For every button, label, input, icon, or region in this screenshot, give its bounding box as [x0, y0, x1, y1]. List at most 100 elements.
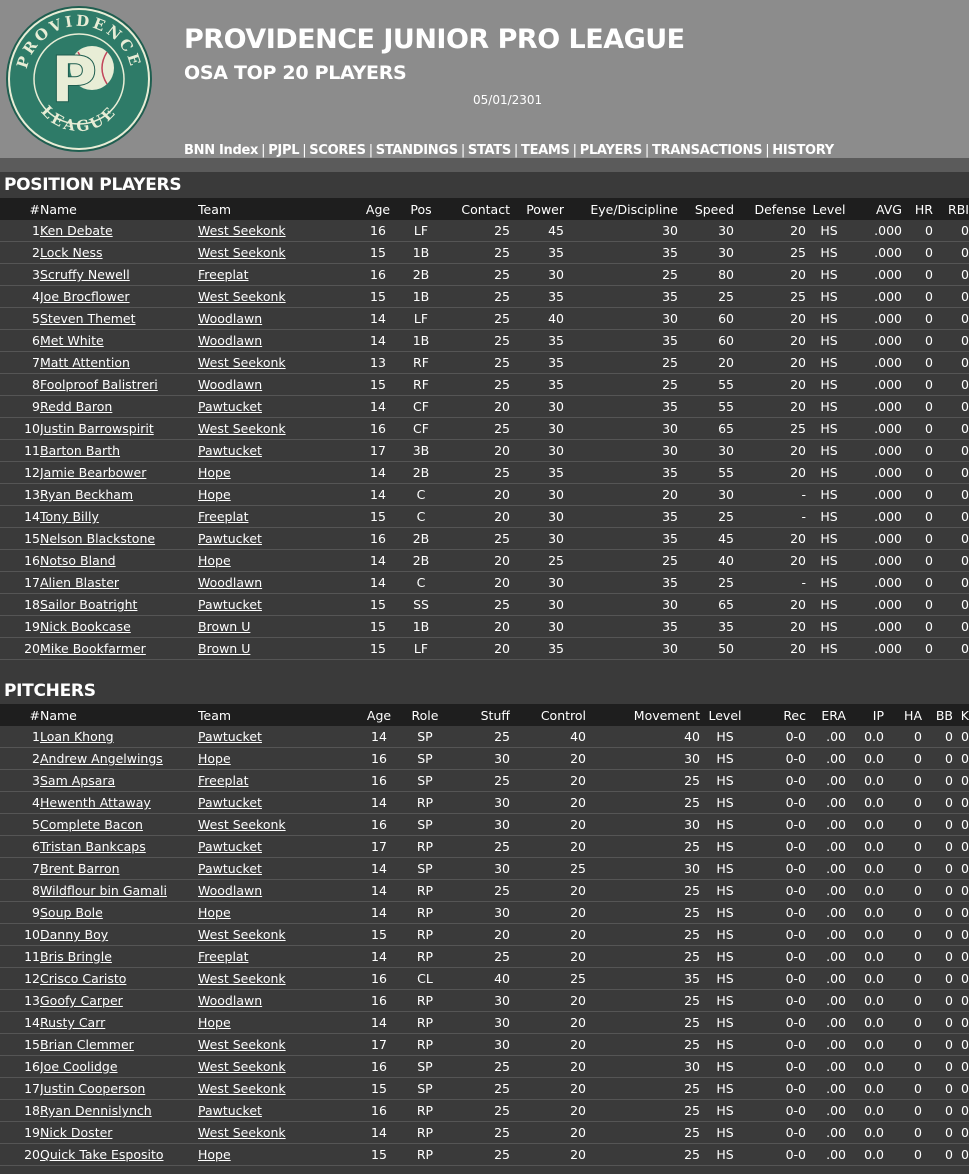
- team-link[interactable]: West Seekonk: [198, 355, 286, 370]
- player-link[interactable]: Jamie Bearbower: [40, 465, 146, 480]
- player-link[interactable]: Brian Clemmer: [40, 1037, 134, 1052]
- column-header-name[interactable]: Name: [40, 198, 198, 220]
- column-header-level[interactable]: Level: [806, 198, 852, 220]
- column-header-avg[interactable]: AVG: [852, 198, 902, 220]
- league-logo[interactable]: PROVIDENCE LEAGUE P: [4, 4, 154, 154]
- nav-link-standings[interactable]: STANDINGS: [376, 143, 458, 158]
- column-header-contact[interactable]: Contact: [444, 198, 510, 220]
- team-link[interactable]: Hope: [198, 1015, 231, 1030]
- team-link[interactable]: Pawtucket: [198, 861, 262, 876]
- column-header-team[interactable]: Team: [198, 198, 358, 220]
- player-link[interactable]: Brent Barron: [40, 861, 120, 876]
- column-header-rank[interactable]: #: [0, 198, 40, 220]
- team-link[interactable]: West Seekonk: [198, 1125, 286, 1140]
- player-link[interactable]: Ken Debate: [40, 223, 113, 238]
- team-link[interactable]: Hope: [198, 553, 231, 568]
- player-link[interactable]: Justin Cooperson: [40, 1081, 145, 1096]
- column-header-ha[interactable]: HA: [884, 704, 922, 726]
- player-link[interactable]: Nelson Blackstone: [40, 531, 155, 546]
- column-header-rank[interactable]: #: [0, 704, 40, 726]
- column-header-level[interactable]: Level: [700, 704, 750, 726]
- player-link[interactable]: Crisco Caristo: [40, 971, 126, 986]
- column-header-age[interactable]: Age: [358, 198, 398, 220]
- team-link[interactable]: West Seekonk: [198, 223, 286, 238]
- player-link[interactable]: Goofy Carper: [40, 993, 123, 1008]
- team-link[interactable]: Pawtucket: [198, 443, 262, 458]
- team-link[interactable]: Woodlawn: [198, 575, 262, 590]
- team-link[interactable]: Woodlawn: [198, 333, 262, 348]
- column-header-name[interactable]: Name: [40, 704, 198, 726]
- team-link[interactable]: Hope: [198, 905, 231, 920]
- column-header-eye-discipline[interactable]: Eye/Discipline: [564, 198, 678, 220]
- player-link[interactable]: Matt Attention: [40, 355, 130, 370]
- team-link[interactable]: West Seekonk: [198, 971, 286, 986]
- team-link[interactable]: Hope: [198, 465, 231, 480]
- column-header-rbi[interactable]: RBI: [933, 198, 969, 220]
- team-link[interactable]: Freeplat: [198, 773, 249, 788]
- column-header-stuff[interactable]: Stuff: [450, 704, 510, 726]
- team-link[interactable]: West Seekonk: [198, 289, 286, 304]
- column-header-age[interactable]: Age: [358, 704, 400, 726]
- team-link[interactable]: Freeplat: [198, 509, 249, 524]
- team-link[interactable]: Hope: [198, 1147, 231, 1162]
- column-header-movement[interactable]: Movement: [586, 704, 700, 726]
- column-header-bb[interactable]: BB: [922, 704, 953, 726]
- column-header-power[interactable]: Power: [510, 198, 564, 220]
- nav-link-scores[interactable]: SCORES: [309, 143, 366, 158]
- team-link[interactable]: Woodlawn: [198, 883, 262, 898]
- player-link[interactable]: Nick Bookcase: [40, 619, 131, 634]
- team-link[interactable]: Pawtucket: [198, 1103, 262, 1118]
- column-header-hr[interactable]: HR: [902, 198, 933, 220]
- team-link[interactable]: Pawtucket: [198, 729, 262, 744]
- player-link[interactable]: Wildflour bin Gamali: [40, 883, 167, 898]
- player-link[interactable]: Bris Bringle: [40, 949, 112, 964]
- column-header-pos[interactable]: Pos: [398, 198, 444, 220]
- nav-link-teams[interactable]: TEAMS: [521, 143, 570, 158]
- player-link[interactable]: Steven Themet: [40, 311, 136, 326]
- player-link[interactable]: Alien Blaster: [40, 575, 119, 590]
- player-link[interactable]: Quick Take Esposito: [40, 1147, 164, 1162]
- player-link[interactable]: Met White: [40, 333, 104, 348]
- player-link[interactable]: Foolproof Balistreri: [40, 377, 158, 392]
- team-link[interactable]: Woodlawn: [198, 377, 262, 392]
- team-link[interactable]: Pawtucket: [198, 795, 262, 810]
- player-link[interactable]: Ryan Beckham: [40, 487, 133, 502]
- team-link[interactable]: West Seekonk: [198, 927, 286, 942]
- player-link[interactable]: Joe Coolidge: [40, 1059, 118, 1074]
- nav-link-players[interactable]: PLAYERS: [580, 143, 643, 158]
- team-link[interactable]: Pawtucket: [198, 399, 262, 414]
- player-link[interactable]: Hewenth Attaway: [40, 795, 151, 810]
- team-link[interactable]: West Seekonk: [198, 1081, 286, 1096]
- player-link[interactable]: Tony Billy: [40, 509, 99, 524]
- team-link[interactable]: West Seekonk: [198, 421, 286, 436]
- player-link[interactable]: Soup Bole: [40, 905, 103, 920]
- player-link[interactable]: Rusty Carr: [40, 1015, 105, 1030]
- player-link[interactable]: Redd Baron: [40, 399, 112, 414]
- nav-link-stats[interactable]: STATS: [468, 143, 511, 158]
- player-link[interactable]: Complete Bacon: [40, 817, 143, 832]
- player-link[interactable]: Barton Barth: [40, 443, 120, 458]
- team-link[interactable]: Freeplat: [198, 949, 249, 964]
- team-link[interactable]: Woodlawn: [198, 311, 262, 326]
- team-link[interactable]: West Seekonk: [198, 1037, 286, 1052]
- player-link[interactable]: Sailor Boatright: [40, 597, 137, 612]
- team-link[interactable]: Pawtucket: [198, 597, 262, 612]
- column-header-team[interactable]: Team: [198, 704, 358, 726]
- team-link[interactable]: West Seekonk: [198, 817, 286, 832]
- player-link[interactable]: Scruffy Newell: [40, 267, 130, 282]
- team-link[interactable]: Freeplat: [198, 267, 249, 282]
- column-header-era[interactable]: ERA: [806, 704, 846, 726]
- column-header-rec[interactable]: Rec: [750, 704, 806, 726]
- team-link[interactable]: Hope: [198, 751, 231, 766]
- player-link[interactable]: Loan Khong: [40, 729, 114, 744]
- player-link[interactable]: Andrew Angelwings: [40, 751, 163, 766]
- player-link[interactable]: Lock Ness: [40, 245, 103, 260]
- player-link[interactable]: Sam Apsara: [40, 773, 115, 788]
- player-link[interactable]: Notso Bland: [40, 553, 116, 568]
- team-link[interactable]: West Seekonk: [198, 1059, 286, 1074]
- team-link[interactable]: West Seekonk: [198, 245, 286, 260]
- column-header-defense[interactable]: Defense: [734, 198, 806, 220]
- column-header-control[interactable]: Control: [510, 704, 586, 726]
- nav-link-history[interactable]: HISTORY: [772, 143, 834, 158]
- team-link[interactable]: Woodlawn: [198, 993, 262, 1008]
